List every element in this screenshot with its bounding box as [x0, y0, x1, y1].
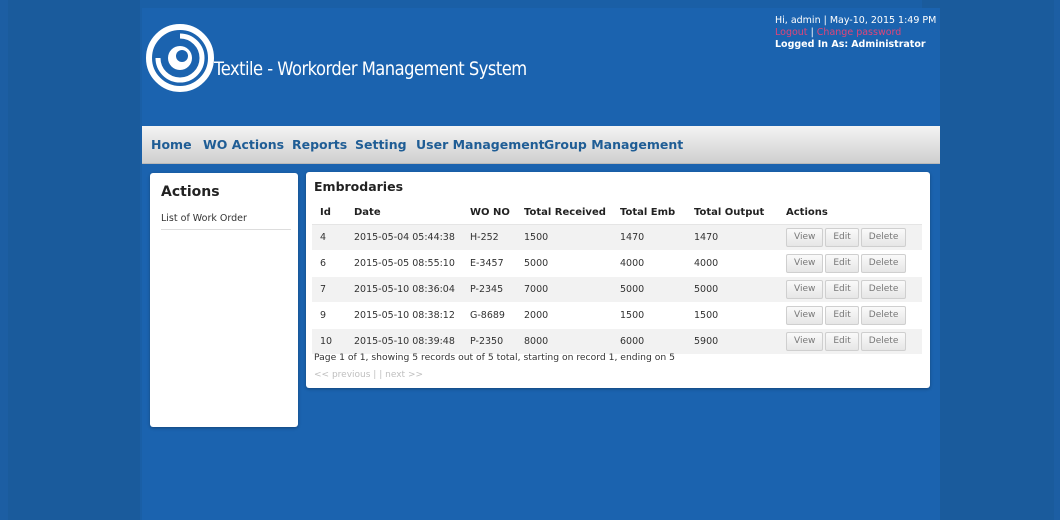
col-header-wo-no[interactable]: WO NO — [462, 200, 516, 225]
table-row: 6 2015-05-05 08:55:10 E-3457 5000 4000 4000 Vi… — [312, 250, 922, 277]
table-row: 9 2015-05-10 08:38:12 G-8689 2000 1500 1500 Vi… — [312, 302, 922, 329]
embroideries-panel: Embrodaries Id Date WO NO Total Received… — [306, 172, 930, 388]
delete-button[interactable]: Delete — [860, 332, 907, 351]
cell-total-emb: 1470 — [612, 224, 686, 251]
col-header-total-emb[interactable]: Total Emb — [612, 200, 686, 225]
view-button[interactable]: View — [786, 228, 824, 247]
col-header-total-received[interactable]: Total Received — [516, 200, 612, 225]
delete-button[interactable]: Delete — [860, 254, 907, 273]
sidebar-item-list-work-order[interactable]: List of Work Order — [161, 213, 291, 230]
next-link[interactable]: next >> — [385, 370, 423, 380]
edit-button[interactable]: Edit — [825, 254, 859, 273]
cell-wo-no: P-2345 — [462, 276, 516, 303]
cell-date: 2015-05-05 08:55:10 — [346, 250, 462, 277]
right-margin-band — [922, 0, 1054, 520]
cell-id: 9 — [312, 302, 346, 329]
nav-home[interactable]: Home — [151, 137, 192, 152]
nav-user-management[interactable]: User Management — [416, 137, 545, 152]
pagination-separator: | — [379, 370, 383, 380]
cell-total-output: 1470 — [686, 224, 778, 251]
greeting-text: Hi, admin | May-10, 2015 1:49 PM — [775, 15, 937, 26]
view-button[interactable]: View — [786, 332, 824, 351]
table-row: 4 2015-05-04 05:44:38 H-252 1500 1470 1470 Vie… — [312, 224, 922, 251]
site-title: Textile - Workorder Management System — [214, 58, 527, 80]
embroideries-table: Id Date WO NO Total Received Total Emb T… — [312, 200, 922, 355]
user-links: Logout | Change password — [775, 27, 936, 39]
nav-wo-actions[interactable]: WO Actions — [203, 137, 284, 152]
view-button[interactable]: View — [786, 254, 824, 273]
logged-in-label: Logged In As: — [775, 39, 849, 50]
cell-date: 2015-05-04 05:44:38 — [346, 224, 462, 251]
cell-total-emb: 4000 — [612, 250, 686, 277]
edit-button[interactable]: Edit — [825, 228, 859, 247]
view-button[interactable]: View — [786, 280, 824, 299]
col-header-actions: Actions — [778, 200, 922, 225]
cell-total-received: 2000 — [516, 302, 612, 329]
col-header-date[interactable]: Date — [346, 200, 462, 225]
actions-sidebar: Actions List of Work Order — [150, 173, 298, 427]
view-button[interactable]: View — [786, 306, 824, 325]
cell-id: 6 — [312, 250, 346, 277]
cell-id: 7 — [312, 276, 346, 303]
nav-reports[interactable]: Reports — [292, 137, 347, 152]
delete-button[interactable]: Delete — [860, 228, 907, 247]
main-nav: Home WO Actions Reports Setting User Man… — [142, 126, 940, 164]
cell-total-received: 7000 — [516, 276, 612, 303]
pagination-separator: | — [373, 370, 377, 380]
cell-date: 2015-05-10 08:36:04 — [346, 276, 462, 303]
table-row: 7 2015-05-10 08:36:04 P-2345 7000 5000 5000 Vi… — [312, 276, 922, 303]
table-row: 10 2015-05-10 08:39:48 P-2350 8000 6000 5900 V… — [312, 328, 922, 355]
pagination-links: << previous | | next >> — [314, 370, 423, 380]
cell-total-received: 1500 — [516, 224, 612, 251]
edit-button[interactable]: Edit — [825, 332, 859, 351]
cell-id: 10 — [312, 328, 346, 355]
delete-button[interactable]: Delete — [860, 280, 907, 299]
cell-actions: View Edit Delete — [778, 302, 922, 329]
edit-button[interactable]: Edit — [825, 306, 859, 325]
panel-title: Embrodaries — [314, 179, 404, 194]
edit-button[interactable]: Edit — [825, 280, 859, 299]
col-header-total-output[interactable]: Total Output — [686, 200, 778, 225]
cell-total-output: 1500 — [686, 302, 778, 329]
cell-total-output: 4000 — [686, 250, 778, 277]
cell-total-emb: 1500 — [612, 302, 686, 329]
cell-actions: View Edit Delete — [778, 276, 922, 303]
cell-wo-no: G-8689 — [462, 302, 516, 329]
cell-actions: View Edit Delete — [778, 224, 922, 251]
cell-date: 2015-05-10 08:38:12 — [346, 302, 462, 329]
cell-actions: View Edit Delete — [778, 250, 922, 277]
left-margin-band — [8, 0, 140, 520]
logged-in-line: Logged In As: Administrator — [775, 39, 936, 51]
cell-date: 2015-05-10 08:39:48 — [346, 328, 462, 355]
user-info: Hi, admin | May-10, 2015 1:49 PM Logout … — [775, 15, 936, 51]
previous-link[interactable]: << previous — [314, 370, 370, 380]
cell-wo-no: H-252 — [462, 224, 516, 251]
logged-in-role: Administrator — [851, 39, 926, 50]
col-header-id[interactable]: Id — [312, 200, 346, 225]
cell-total-received: 5000 — [516, 250, 612, 277]
nav-group-management[interactable]: Group Management — [544, 137, 683, 152]
cell-actions: View Edit Delete — [778, 328, 922, 355]
pagination-summary: Page 1 of 1, showing 5 records out of 5 … — [314, 352, 675, 363]
change-password-link[interactable]: Change password — [817, 27, 902, 38]
cell-id: 4 — [312, 224, 346, 251]
cell-total-output: 5900 — [686, 328, 778, 355]
cell-wo-no: P-2350 — [462, 328, 516, 355]
logout-link[interactable]: Logout — [775, 27, 808, 38]
sidebar-title: Actions — [161, 184, 220, 200]
nav-setting[interactable]: Setting — [355, 137, 407, 152]
cell-wo-no: E-3457 — [462, 250, 516, 277]
delete-button[interactable]: Delete — [860, 306, 907, 325]
cell-total-received: 8000 — [516, 328, 612, 355]
table-header-row: Id Date WO NO Total Received Total Emb T… — [312, 200, 922, 225]
cell-total-output: 5000 — [686, 276, 778, 303]
cell-total-emb: 6000 — [612, 328, 686, 355]
cell-total-emb: 5000 — [612, 276, 686, 303]
swirl-logo-icon — [146, 24, 214, 92]
